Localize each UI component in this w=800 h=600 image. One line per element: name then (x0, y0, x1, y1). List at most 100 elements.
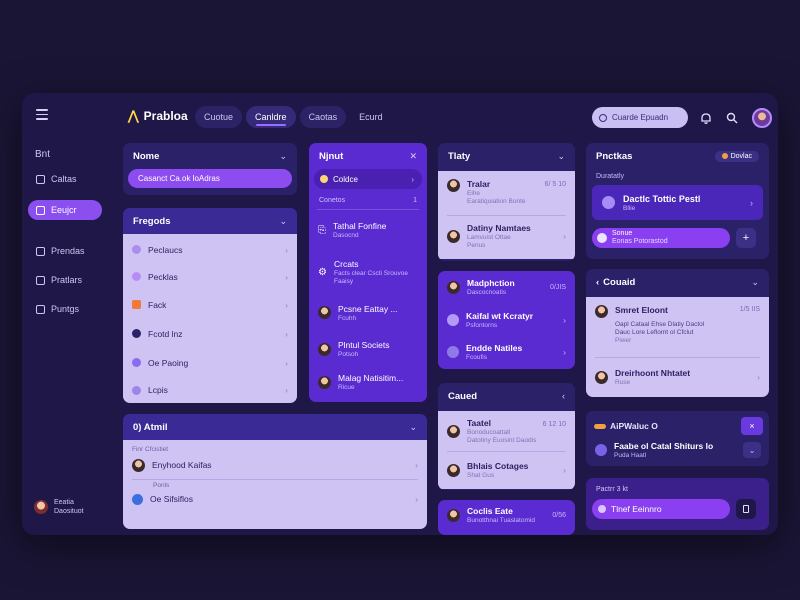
sub-label: Conetos (319, 197, 346, 204)
sidebar-item-5[interactable]: Puntgs (28, 299, 102, 319)
feature-card[interactable]: Dactlc Tottic Pestl Bllie › (592, 185, 763, 220)
list-item[interactable]: Dreirhoont Nhtatet Ruse › (586, 358, 769, 396)
list-item[interactable]: Oe Sifsiflos › (123, 489, 427, 509)
tab-2[interactable]: Canldre (246, 106, 296, 128)
bell-icon[interactable] (698, 110, 714, 126)
chevron-down-icon[interactable]: ⌄ (751, 277, 759, 288)
lock-icon (36, 275, 45, 285)
name-select-value: Casanct Ca.ok loAdras (138, 174, 220, 183)
bottom-panel: Pactrr 3 kt Tlnef Eeinnro (586, 478, 769, 530)
menu-icon[interactable] (36, 109, 48, 120)
user-icon (447, 314, 459, 326)
chevron-down-icon[interactable]: ⌄ (743, 442, 761, 458)
panel-title: Caued (448, 390, 478, 402)
aip-panel: AiPWaluc O × Faabe ol Catal Shiturs lo Pu… (586, 411, 769, 466)
doc-icon: ⎘ (318, 224, 326, 236)
user-avatar[interactable] (752, 108, 772, 128)
list-item[interactable]: Kaifal wt Kcratyr Psfontorns › (438, 303, 575, 337)
list-item[interactable]: Endde Natiles Fcoufis › (438, 337, 575, 367)
toggle-icon[interactable] (594, 423, 606, 429)
close-icon[interactable]: ✕ (409, 151, 417, 162)
sidebar-item-3[interactable]: Prendas (28, 241, 102, 261)
list-item[interactable]: Tralar Eihe Earatiquiation Bonte 6/ 5 10 (438, 171, 575, 215)
tab-3[interactable]: Caotas (299, 106, 347, 128)
avatar (447, 280, 460, 294)
settings-icon: ⚙ (318, 266, 327, 278)
list-item[interactable]: Pecklas › (123, 263, 297, 290)
secondary-button[interactable] (736, 499, 756, 519)
chevron-down-icon[interactable]: ⌄ (279, 216, 287, 227)
top-tabs: Cuotue Canldre Caotas Ecurd (195, 106, 392, 128)
panel-title: Nome (133, 150, 160, 162)
sub-count: 1 (413, 197, 417, 204)
list-item[interactable]: Fcotd lnz › (123, 319, 297, 348)
list-item[interactable]: Malag Natisitim... Ricue (309, 367, 427, 397)
sidebar: Bnt Caltas Eeujcr Prendas Pratlars Puntg… (22, 141, 114, 535)
list-item[interactable]: ⎘ Tathal Fonfine Dasocnd (309, 210, 427, 250)
user-icon (595, 444, 607, 456)
top-pill[interactable]: Coldce › (314, 169, 422, 189)
list-item[interactable]: Pcsne Eattay ... Fcuhh (309, 294, 427, 331)
name-panel: Nome ⌄ Casanct Ca.ok loAdras (123, 143, 297, 195)
circle-icon (132, 358, 141, 367)
chevron-right-icon: › (563, 347, 566, 357)
list-item[interactable]: Faabe ol Catal Shiturs lo Puda Haatl ⌄ (586, 435, 769, 465)
doc-icon (36, 246, 45, 256)
avatar (447, 424, 460, 438)
globe-icon (132, 493, 143, 505)
bottom-label: Pactrr 3 kt (596, 486, 628, 493)
list-item[interactable]: Datiny Namtaes Lamvuist Ottae Penus › (438, 216, 575, 256)
list-item[interactable]: Lcpis › (123, 377, 297, 403)
search-icon-top[interactable] (724, 110, 740, 126)
avatar (447, 463, 460, 477)
sidebar-item-4[interactable]: Pratlars (28, 270, 102, 290)
sidebar-item-1[interactable]: Caltas (28, 169, 102, 189)
tab-1[interactable]: Cuotue (195, 106, 243, 128)
square-icon (132, 300, 141, 309)
list-item[interactable]: Enyhood Kaifas › (123, 453, 427, 477)
user-icon (447, 346, 459, 358)
chevron-down-icon[interactable]: ⌄ (279, 151, 287, 162)
avatar (318, 375, 331, 389)
circle-icon (132, 272, 141, 281)
list-item[interactable]: Bhlais Cotages Shat Gus › (438, 452, 575, 488)
njnut-panel: Njnut ✕ Coldce › Conetos 1 ⎘ Tathal Fonf… (309, 143, 427, 402)
top-icons (698, 108, 772, 128)
tab-4[interactable]: Ecurd (350, 106, 392, 128)
list-item[interactable]: Fack › (123, 290, 297, 319)
user-name: Eeatia (54, 499, 74, 506)
chevron-down-icon[interactable]: ⌄ (557, 151, 565, 162)
app-logo[interactable]: ⋀ Prabloa (128, 108, 188, 124)
list-item[interactable]: Madphction Dascocnoatis 0/JIS (438, 271, 575, 303)
chevron-right-icon: › (285, 299, 288, 310)
chevron-right-icon: › (411, 174, 414, 184)
search-input[interactable]: Cuarde Epuadn (592, 107, 688, 128)
cube-icon (602, 196, 615, 209)
add-button[interactable]: + (736, 228, 756, 248)
top-bar: ⋀ Prabloa Cuotue Canldre Caotas Ecurd Cu… (22, 93, 778, 141)
chevron-right-icon: › (415, 460, 418, 470)
back-icon[interactable]: ‹ (596, 277, 599, 288)
avatar (595, 305, 608, 318)
list-item[interactable]: Taatel Bonoducoattatl Datotiny Euosint Dao… (438, 411, 575, 451)
list-item[interactable]: Oe Paoing › (123, 348, 297, 377)
name-select[interactable]: Casanct Ca.ok loAdras (128, 169, 292, 188)
sidebar-item-2[interactable]: Eeujcr (28, 200, 102, 220)
close-button[interactable]: × (741, 417, 763, 435)
list-item[interactable]: ⚙ Crcats Facts clear Cscti Srouvoe Faaisy (309, 250, 427, 294)
list-item[interactable]: Plntul Societs Potsoh (309, 331, 427, 367)
sidebar-user[interactable]: Eeatia Daosituot (34, 498, 84, 516)
list-item[interactable]: Peclaucs › (123, 236, 297, 263)
panel-title: Fregods (133, 215, 171, 227)
dot-icon (320, 175, 328, 183)
collapse-icon[interactable]: ‹ (562, 391, 565, 401)
chevron-down-icon[interactable]: ⌄ (409, 422, 417, 433)
avatar (447, 508, 460, 522)
bottom-card[interactable]: Coclis Eate Bunotthnai Tuaslatomid 0/56 (438, 500, 575, 535)
search-placeholder: Cuarde Epuadn (612, 113, 669, 122)
primary-button[interactable]: Tlnef Eeinnro (592, 499, 730, 519)
avatar (318, 306, 331, 319)
status-badge[interactable]: Dovlac (714, 150, 759, 162)
pill-button[interactable]: Sonue Eonas Potorastod (592, 228, 730, 248)
list-item[interactable]: Smret Eloont Oapl Cataal Ehse Dlatiy Dact… (586, 297, 769, 357)
